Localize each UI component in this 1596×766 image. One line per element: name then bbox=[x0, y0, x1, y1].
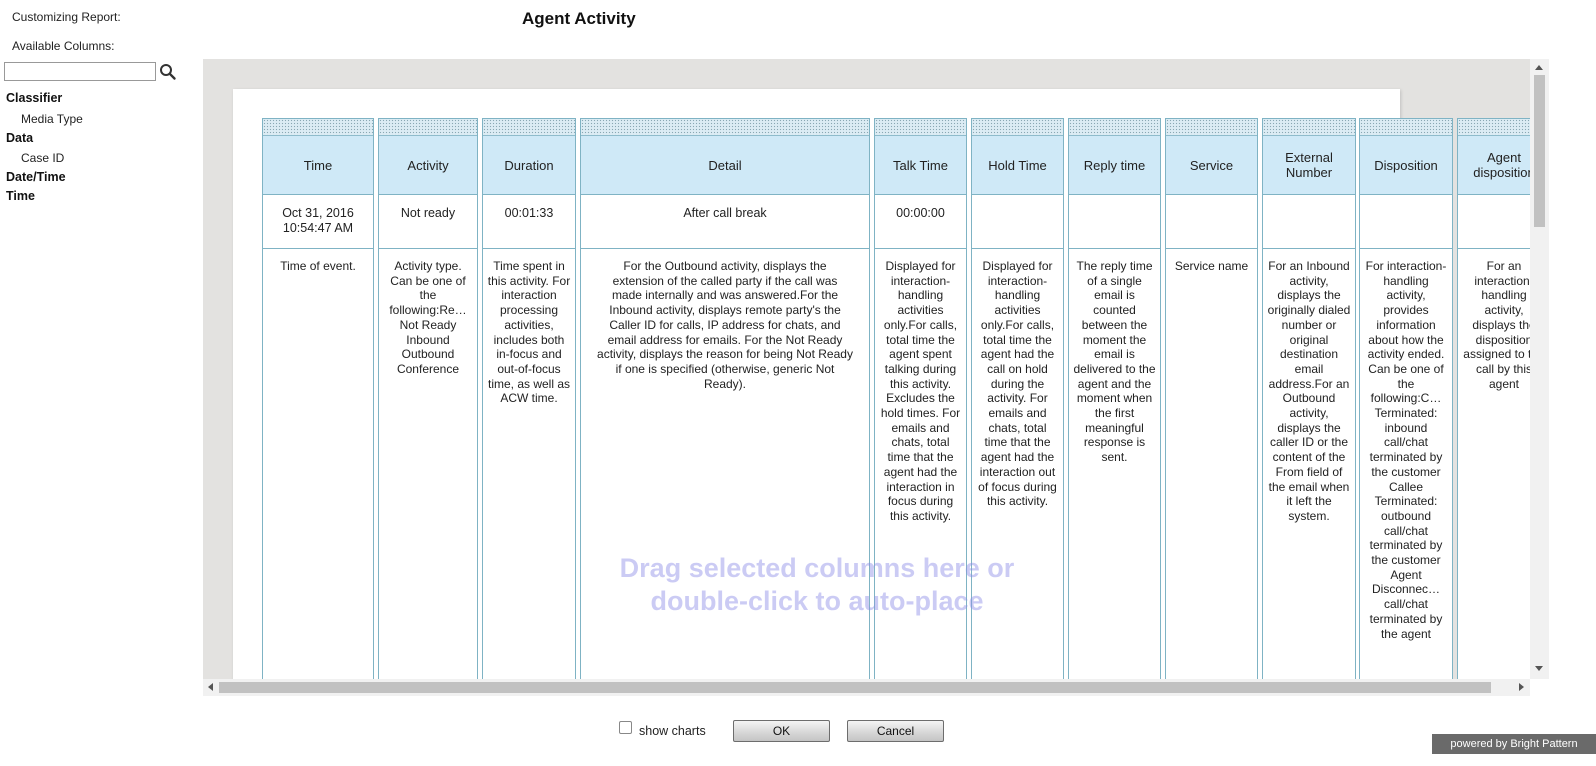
vertical-scroll-thumb[interactable] bbox=[1534, 75, 1545, 227]
report-title: Agent Activity bbox=[522, 9, 636, 28]
column-sample-value bbox=[1166, 195, 1257, 249]
column-drag-handle[interactable] bbox=[875, 119, 966, 136]
column-header[interactable]: Service bbox=[1166, 136, 1257, 195]
column-description: Displayed for interaction-handling activ… bbox=[880, 259, 961, 523]
column-description: For the Outbound activity, displays the … bbox=[597, 259, 853, 391]
column-description: For interaction-handling activity, provi… bbox=[1365, 259, 1447, 641]
column-header[interactable]: Duration bbox=[483, 136, 575, 195]
scroll-up-icon[interactable] bbox=[1535, 65, 1543, 70]
column-drag-handle[interactable] bbox=[581, 119, 869, 136]
report-column[interactable]: Reply time The reply time of a single em… bbox=[1068, 118, 1161, 696]
tree-group-data[interactable]: Data bbox=[6, 131, 33, 145]
ok-button[interactable]: OK bbox=[733, 720, 830, 742]
report-column[interactable]: Duration 00:01:33 Time spent in this act… bbox=[482, 118, 576, 696]
column-drag-handle[interactable] bbox=[1069, 119, 1160, 136]
vertical-scrollbar[interactable] bbox=[1530, 59, 1549, 679]
column-header[interactable]: External Number bbox=[1263, 136, 1355, 195]
column-description: Time of event. bbox=[280, 259, 356, 273]
cancel-button[interactable]: Cancel bbox=[847, 720, 944, 742]
column-description: The reply time of a single email is coun… bbox=[1073, 259, 1156, 465]
column-sample-value: After call break bbox=[581, 195, 869, 249]
search-field[interactable] bbox=[4, 62, 156, 81]
column-header[interactable]: Time bbox=[263, 136, 373, 195]
column-sample-value bbox=[1069, 195, 1160, 249]
column-description: Time spent in this activity. For interac… bbox=[487, 259, 571, 406]
column-drag-handle[interactable] bbox=[1263, 119, 1355, 136]
powered-by-badge: powered by Bright Pattern bbox=[1432, 734, 1596, 754]
report-column[interactable]: Disposition For interaction-handling act… bbox=[1359, 118, 1453, 696]
column-header[interactable]: Activity bbox=[379, 136, 477, 195]
column-header[interactable]: Talk Time bbox=[875, 136, 966, 195]
report-column[interactable]: Service Service name bbox=[1165, 118, 1258, 696]
column-drag-handle[interactable] bbox=[972, 119, 1063, 136]
column-sample-value: Oct 31, 2016 10:54:47 AM bbox=[263, 195, 373, 249]
column-sample-value bbox=[1263, 195, 1355, 249]
scroll-left-icon[interactable] bbox=[208, 683, 213, 691]
scroll-right-icon[interactable] bbox=[1519, 683, 1524, 691]
search-icon[interactable] bbox=[158, 62, 178, 82]
available-columns-label: Available Columns: bbox=[12, 39, 115, 53]
column-drag-handle[interactable] bbox=[379, 119, 477, 136]
column-drag-handle[interactable] bbox=[1166, 119, 1257, 136]
column-sample-value: 00:00:00 bbox=[875, 195, 966, 249]
column-sample-value bbox=[972, 195, 1063, 249]
column-drag-handle[interactable] bbox=[483, 119, 575, 136]
column-description: Displayed for interaction-handling activ… bbox=[978, 259, 1057, 509]
column-header[interactable]: Reply time bbox=[1069, 136, 1160, 195]
tree-group-time[interactable]: Time bbox=[6, 189, 35, 203]
column-header[interactable]: Disposition bbox=[1360, 136, 1452, 195]
tree-item-media-type[interactable]: Media Type bbox=[21, 112, 83, 126]
column-description: For an Inbound activity, displays the or… bbox=[1267, 259, 1351, 523]
horizontal-scroll-thumb[interactable] bbox=[219, 682, 1491, 693]
show-charts-label[interactable]: show charts bbox=[639, 724, 706, 738]
column-drag-handle[interactable] bbox=[263, 119, 373, 136]
report-column[interactable]: Talk Time 00:00:00 Displayed for interac… bbox=[874, 118, 967, 696]
report-column[interactable]: Activity Not ready Activity type. Can be… bbox=[378, 118, 478, 696]
customizing-report-label: Customizing Report: bbox=[12, 10, 121, 24]
scroll-down-icon[interactable] bbox=[1535, 666, 1543, 671]
column-description: Service name bbox=[1174, 259, 1249, 273]
report-column[interactable]: Detail After call break For the Outbound… bbox=[580, 118, 870, 696]
report-canvas[interactable]: Time Oct 31, 2016 10:54:47 AM Time of ev… bbox=[203, 59, 1549, 696]
tree-group-classifier[interactable]: Classifier bbox=[6, 91, 62, 105]
report-column[interactable]: Time Oct 31, 2016 10:54:47 AM Time of ev… bbox=[262, 118, 374, 696]
horizontal-scrollbar[interactable] bbox=[203, 679, 1530, 696]
column-description: Activity type. Can be one of the followi… bbox=[389, 259, 467, 376]
column-header[interactable]: Hold Time bbox=[972, 136, 1063, 195]
report-column[interactable]: External Number For an Inbound activity,… bbox=[1262, 118, 1356, 696]
column-sample-value: 00:01:33 bbox=[483, 195, 575, 249]
tree-item-case-id[interactable]: Case ID bbox=[21, 151, 64, 165]
search-input[interactable] bbox=[5, 63, 155, 80]
column-sample-value bbox=[1360, 195, 1452, 249]
show-charts-checkbox[interactable] bbox=[619, 721, 632, 734]
column-drag-handle[interactable] bbox=[1360, 119, 1452, 136]
report-column[interactable]: Hold Time Displayed for interaction-hand… bbox=[971, 118, 1064, 696]
tree-group-datetime[interactable]: Date/Time bbox=[6, 170, 66, 184]
column-sample-value: Not ready bbox=[379, 195, 477, 249]
column-header[interactable]: Detail bbox=[581, 136, 869, 195]
